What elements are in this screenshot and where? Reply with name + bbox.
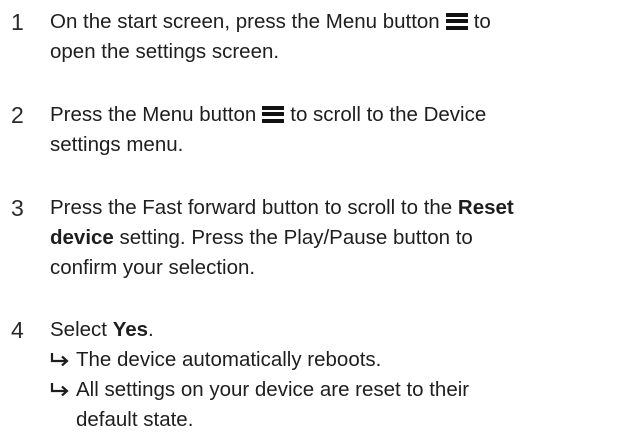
step-number: 1 [11,9,24,35]
result-arrow-icon [50,383,69,396]
step-number: 3 [11,195,24,221]
result-text: The device automatically reboots. [76,348,382,371]
reset-label: Reset [457,196,514,219]
step-text-part: setting. Press the Play/Pause button to [119,226,473,249]
step-text-part: to [473,10,491,33]
step-text-part: to scroll to the Device [290,103,487,126]
step-text-part: Select [50,318,107,341]
step-line: confirm your selection. [50,256,256,279]
step-number: 2 [11,102,24,128]
step-text-part: Press the Menu button [50,103,257,126]
step-text-part: On the start screen, press the Menu butt… [50,10,440,33]
menu-icon [262,105,285,123]
step-text-part: Press the Fast forward button to scroll … [50,196,453,219]
step-text-part: . [148,318,154,341]
result-item: All settings on your device are reset to… [50,375,638,435]
result-text: All settings on your device are reset to… [76,378,470,401]
step-line: device setting. Press the Play/Pause but… [50,223,638,253]
step-line: Select Yes. [50,315,638,345]
step-number: 4 [11,317,24,343]
step-text: On the start screen, press the Menu butt… [50,7,638,67]
step-text: Press the Menu button to scroll to the De… [50,100,638,160]
result-arrow-icon [50,353,69,366]
step-text: Select Yes. The device automatically reb… [50,315,638,435]
step-line: open the settings screen. [50,40,280,63]
result-text: default state. [76,408,194,431]
menu-icon [445,12,468,30]
yes-label: Yes [112,318,149,341]
step-line: Press the Fast forward button to scroll … [50,193,638,223]
step-line: On the start screen, press the Menu butt… [50,7,638,37]
result-item: The device automatically reboots. [50,345,638,375]
step-line: settings menu. [50,133,184,156]
step-line: Press the Menu button to scroll to the De… [50,100,638,130]
step-text: Press the Fast forward button to scroll … [50,193,638,283]
device-label: device [50,226,114,249]
